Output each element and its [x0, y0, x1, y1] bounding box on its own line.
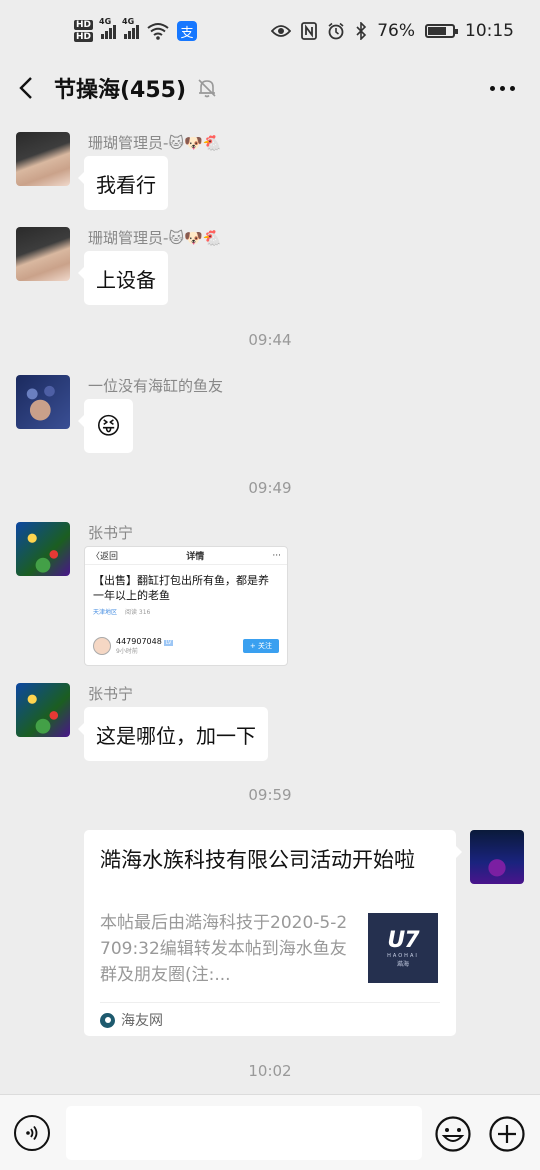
sender-name: 张书宁	[88, 685, 134, 703]
emoji-icon[interactable]	[434, 1115, 472, 1153]
message: 一位没有海缸的鱼友 😝	[16, 375, 524, 455]
message-bubble[interactable]: 我看行	[78, 156, 168, 210]
eye-icon	[271, 25, 292, 37]
link-source: 海友网	[100, 1010, 163, 1030]
follow-button: + 关注	[242, 639, 279, 653]
timestamp: 10:02	[248, 1062, 292, 1080]
sender-name: 一位没有海缸的鱼友	[88, 377, 224, 395]
signal-icon-2: 4G	[122, 17, 140, 39]
avatar[interactable]	[16, 227, 70, 281]
battery-icon	[425, 24, 458, 38]
message-text: 这是哪位，加一下	[96, 723, 256, 748]
divider	[100, 1002, 440, 1003]
link-thumbnail: U7 HAOHAI 澔海	[368, 913, 438, 983]
input-bar	[0, 1094, 540, 1170]
back-button[interactable]	[0, 62, 52, 114]
alipay-icon: 支	[177, 21, 198, 41]
message-text: 我看行	[96, 172, 156, 197]
message: 张书宁 这是哪位，加一下	[16, 683, 524, 763]
sender-name: 珊瑚管理员-🐱🐶🐔	[88, 134, 222, 152]
mute-bell-icon	[198, 79, 216, 98]
plus-icon[interactable]	[488, 1115, 526, 1153]
message-bubble[interactable]: 上设备	[78, 251, 168, 305]
alarm-icon	[328, 22, 344, 40]
user-avatar	[93, 637, 111, 655]
sender-name: 张书宁	[88, 524, 134, 542]
voice-icon	[26, 1125, 38, 1141]
message-text: 上设备	[96, 267, 156, 292]
image-post-text: 【出售】翻缸打包出所有鱼，都是养一年以上的老鱼	[93, 574, 269, 602]
avatar[interactable]	[16, 522, 70, 576]
brand-logo: U7	[387, 928, 419, 953]
hd-icon: HD HD	[74, 20, 94, 42]
message-emoji: 😝	[96, 412, 122, 440]
nfc-icon	[301, 22, 318, 40]
timestamp: 09:59	[248, 786, 292, 804]
message-bubble[interactable]: 😝	[77, 399, 134, 453]
source-icon	[100, 1012, 115, 1028]
message-input[interactable]	[66, 1106, 422, 1160]
message: 张书宁 〈返回 详情 ··· 【出售】翻缸打包出所有鱼，都是养一年以上的老鱼 天…	[16, 522, 524, 672]
bluetooth-icon	[356, 22, 367, 40]
image-message[interactable]: 〈返回 详情 ··· 【出售】翻缸打包出所有鱼，都是养一年以上的老鱼 天津地区 …	[84, 546, 288, 666]
clock: 10:15	[465, 21, 514, 41]
wifi-icon	[147, 23, 169, 40]
timestamp: 09:49	[248, 479, 292, 497]
avatar[interactable]	[16, 132, 70, 186]
image-header: 〈返回 详情 ···	[85, 547, 287, 565]
sender-name: 珊瑚管理员-🐱🐶🐔	[88, 229, 222, 247]
chat-title: 节操海(455)	[54, 78, 187, 103]
status-left: HD HD 4G 4G 支	[74, 17, 198, 42]
message: 珊瑚管理员-🐱🐶🐔 上设备	[16, 227, 524, 307]
link-card[interactable]: 澔海水族科技有限公司活动开始啦 本帖最后由澔海科技于2020-5-2709:32…	[84, 830, 462, 1036]
message-outgoing: 澔海水族科技有限公司活动开始啦 本帖最后由澔海科技于2020-5-2709:32…	[0, 830, 540, 1040]
image-post-meta: 天津地区 阅读 316	[93, 609, 151, 616]
more-icon	[489, 85, 495, 91]
timestamp: 09:44	[248, 331, 292, 349]
status-bar: HD HD 4G 4G 支 76% 10:15	[0, 0, 540, 62]
image-post-user: 447907048 LV 9小时前 + 关注	[85, 637, 287, 655]
avatar[interactable]	[16, 683, 70, 737]
status-right: 76% 10:15	[271, 21, 514, 41]
battery-percent: 76%	[377, 21, 415, 41]
title-bar: 节操海(455)	[0, 62, 540, 114]
signal-icon: 4G	[99, 17, 117, 39]
message-bubble[interactable]: 这是哪位，加一下	[78, 707, 268, 761]
more-button[interactable]	[482, 76, 522, 100]
link-title: 澔海水族科技有限公司活动开始啦	[100, 848, 415, 872]
avatar[interactable]	[470, 830, 524, 884]
message: 珊瑚管理员-🐱🐶🐔 我看行	[16, 132, 524, 212]
back-arrow-icon	[19, 77, 32, 99]
link-description: 本帖最后由澔海科技于2020-5-2709:32编辑转发本帖到海水鱼友群及朋友圈…	[100, 913, 348, 985]
avatar[interactable]	[16, 375, 70, 429]
voice-button[interactable]	[14, 1115, 50, 1151]
